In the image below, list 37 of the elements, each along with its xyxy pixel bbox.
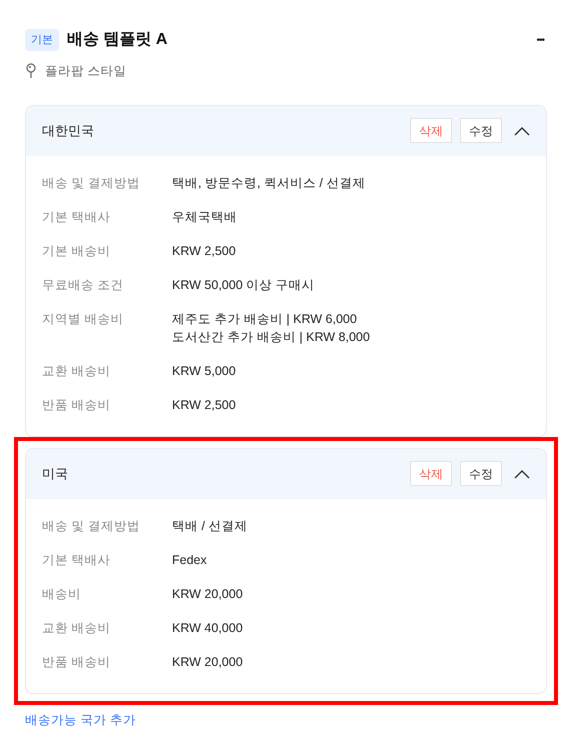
field-label: 지역별 배송비 [42, 310, 124, 328]
field-value: KRW 5,000 [172, 362, 236, 380]
field-label: 배송비 [42, 586, 82, 603]
default-badge: 기본 [25, 28, 59, 52]
field-value: Fedex [172, 552, 207, 569]
field-value: KRW 20,000 [172, 586, 243, 603]
field-label: 기본 택배사 [42, 552, 112, 569]
field-value: KRW 20,000 [172, 654, 243, 671]
country-name: 미국 [42, 465, 69, 483]
field-value: KRW 50,000 이상 구매시 [172, 276, 315, 294]
field-value: 도서산간 추가 배송비 | KRW 8,000 [172, 328, 370, 346]
field-value: KRW 2,500 [172, 242, 236, 260]
chevron-up-icon [514, 468, 530, 479]
more-button[interactable]: ••• [536, 32, 544, 48]
field-label: 반품 배송비 [42, 396, 112, 414]
field-value: KRW 2,500 [172, 396, 236, 414]
pin-icon [25, 63, 37, 80]
field-label: 교환 배송비 [42, 620, 112, 637]
field-label: 교환 배송비 [42, 362, 112, 380]
edit-button[interactable]: 수정 [460, 461, 502, 486]
chevron-up-icon [514, 126, 530, 136]
field-value: 우체국택배 [172, 208, 237, 226]
field-value: 택배 / 선결제 [172, 518, 248, 535]
field-label: 무료배송 조건 [42, 276, 124, 294]
store-name: 플라팝 스타일 [45, 63, 126, 80]
field-label: 기본 배송비 [42, 242, 112, 260]
add-country-link[interactable]: 배송가능 국가 추가 [25, 710, 547, 730]
edit-button[interactable]: 수정 [460, 118, 502, 144]
field-label: 배송 및 결제방법 [42, 174, 141, 192]
field-label: 반품 배송비 [42, 654, 112, 671]
field-value: 제주도 추가 배송비 | KRW 6,000 [172, 310, 358, 328]
field-label: 배송 및 결제방법 [42, 518, 141, 535]
field-value: KRW 40,000 [172, 620, 243, 637]
template-title: 배송 템플릿 A [67, 30, 168, 50]
field-label: 기본 택배사 [42, 208, 112, 226]
field-value: 택배, 방문수령, 퀵서비스 / 선결제 [172, 174, 366, 192]
country-name: 대한민국 [42, 122, 95, 140]
